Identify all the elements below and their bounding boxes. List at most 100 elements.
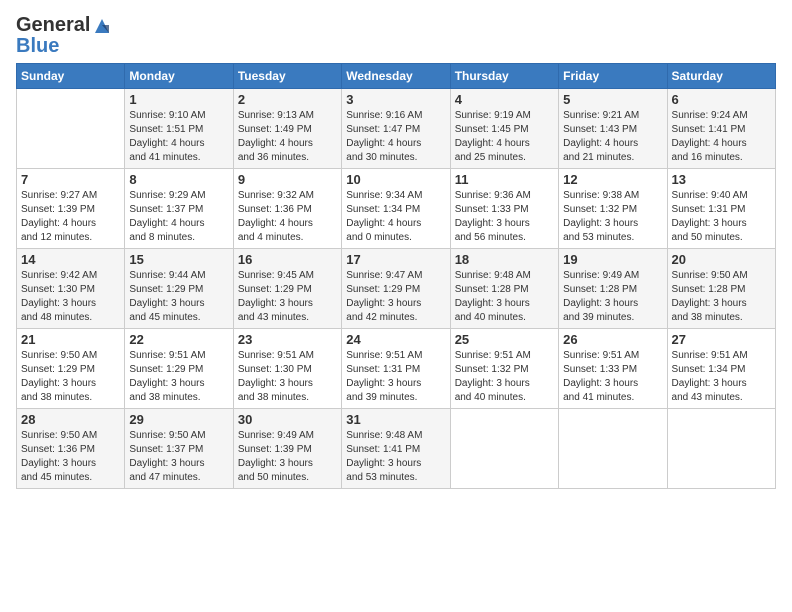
logo: General Blue [16,14,113,57]
day-number: 24 [346,332,445,347]
cell-text: Sunrise: 9:50 AM Sunset: 1:28 PM Dayligh… [672,269,771,325]
cell-2-5: 19Sunrise: 9:49 AM Sunset: 1:28 PM Dayli… [559,248,667,328]
day-number: 18 [455,252,554,267]
cell-4-3: 31 Sunrise: 9:48 AM Sunset: 1:41 PM Dayli… [342,408,450,488]
cell-text: Sunrise: 9:50 AM Sunset: 1:36 PM Dayligh… [21,429,120,485]
day-number: 10 [346,172,445,187]
cell-4-4 [450,408,558,488]
cell-0-0 [17,88,125,168]
cell-4-1: 29Sunrise: 9:50 AM Sunset: 1:37 PM Dayli… [125,408,233,488]
cell-text: Sunrise: 9:47 AM Sunset: 1:29 PM Dayligh… [346,269,445,325]
cell-text: Sunrise: 9:51 AM Sunset: 1:33 PM Dayligh… [563,349,662,405]
cell-text: Sunrise: 9:49 AM Sunset: 1:39 PM Dayligh… [238,429,337,485]
col-header-tuesday: Tuesday [233,63,341,88]
page-container: General Blue SundayMondayTuesdayWednesda… [0,0,792,499]
cell-3-4: 25 Sunrise: 9:51 AM Sunset: 1:32 PM Dayli… [450,328,558,408]
day-number: 3 [346,92,445,107]
cell-text: Sunrise: 9:19 AM Sunset: 1:45 PM Dayligh… [455,109,554,165]
cell-3-0: 21 Sunrise: 9:50 AM Sunset: 1:29 PM Dayli… [17,328,125,408]
cell-3-3: 24 Sunrise: 9:51 AM Sunset: 1:31 PM Dayli… [342,328,450,408]
cell-3-6: 27 Sunrise: 9:51 AM Sunset: 1:34 PM Dayli… [667,328,775,408]
day-number: 27 [672,332,771,347]
cell-0-1: 1 Sunrise: 9:10 AM Sunset: 1:51 PM Daylig… [125,88,233,168]
cell-text: Sunrise: 9:50 AM Sunset: 1:29 PM Dayligh… [21,349,120,405]
week-row-2: 14 Sunrise: 9:42 AM Sunset: 1:30 PM Dayli… [17,248,776,328]
day-number: 5 [563,92,662,107]
day-number: 9 [238,172,337,187]
day-number: 15 [129,252,228,267]
cell-text: Sunrise: 9:51 AM Sunset: 1:32 PM Dayligh… [455,349,554,405]
cell-1-6: 13 Sunrise: 9:40 AM Sunset: 1:31 PM Dayli… [667,168,775,248]
day-number: 25 [455,332,554,347]
cell-1-5: 12Sunrise: 9:38 AM Sunset: 1:32 PM Dayli… [559,168,667,248]
cell-0-6: 6Sunrise: 9:24 AM Sunset: 1:41 PM Daylig… [667,88,775,168]
header: General Blue [16,10,776,57]
day-number: 8 [129,172,228,187]
cell-3-1: 22Sunrise: 9:51 AM Sunset: 1:29 PM Dayli… [125,328,233,408]
cell-text: Sunrise: 9:13 AM Sunset: 1:49 PM Dayligh… [238,109,337,165]
cell-text: Sunrise: 9:48 AM Sunset: 1:28 PM Dayligh… [455,269,554,325]
cell-1-4: 11 Sunrise: 9:36 AM Sunset: 1:33 PM Dayli… [450,168,558,248]
cell-0-3: 3 Sunrise: 9:16 AM Sunset: 1:47 PM Daylig… [342,88,450,168]
cell-text: Sunrise: 9:10 AM Sunset: 1:51 PM Dayligh… [129,109,228,165]
cell-text: Sunrise: 9:36 AM Sunset: 1:33 PM Dayligh… [455,189,554,245]
cell-2-2: 16 Sunrise: 9:45 AM Sunset: 1:29 PM Dayli… [233,248,341,328]
week-row-3: 21 Sunrise: 9:50 AM Sunset: 1:29 PM Dayli… [17,328,776,408]
cell-text: Sunrise: 9:44 AM Sunset: 1:29 PM Dayligh… [129,269,228,325]
cell-text: Sunrise: 9:42 AM Sunset: 1:30 PM Dayligh… [21,269,120,325]
cell-2-0: 14 Sunrise: 9:42 AM Sunset: 1:30 PM Dayli… [17,248,125,328]
day-number: 14 [21,252,120,267]
day-number: 1 [129,92,228,107]
day-number: 21 [21,332,120,347]
day-number: 17 [346,252,445,267]
logo-blue: Blue [16,35,113,57]
cell-2-3: 17 Sunrise: 9:47 AM Sunset: 1:29 PM Dayli… [342,248,450,328]
cell-text: Sunrise: 9:29 AM Sunset: 1:37 PM Dayligh… [129,189,228,245]
col-header-sunday: Sunday [17,63,125,88]
day-number: 2 [238,92,337,107]
cell-text: Sunrise: 9:45 AM Sunset: 1:29 PM Dayligh… [238,269,337,325]
header-row: SundayMondayTuesdayWednesdayThursdayFrid… [17,63,776,88]
col-header-wednesday: Wednesday [342,63,450,88]
cell-text: Sunrise: 9:21 AM Sunset: 1:43 PM Dayligh… [563,109,662,165]
cell-0-5: 5 Sunrise: 9:21 AM Sunset: 1:43 PM Daylig… [559,88,667,168]
col-header-monday: Monday [125,63,233,88]
cell-2-1: 15 Sunrise: 9:44 AM Sunset: 1:29 PM Dayli… [125,248,233,328]
cell-text: Sunrise: 9:51 AM Sunset: 1:30 PM Dayligh… [238,349,337,405]
day-number: 16 [238,252,337,267]
cell-2-4: 18 Sunrise: 9:48 AM Sunset: 1:28 PM Dayli… [450,248,558,328]
cell-1-3: 10Sunrise: 9:34 AM Sunset: 1:34 PM Dayli… [342,168,450,248]
cell-text: Sunrise: 9:51 AM Sunset: 1:34 PM Dayligh… [672,349,771,405]
cell-4-5 [559,408,667,488]
col-header-saturday: Saturday [667,63,775,88]
logo-text: General [16,14,113,37]
cell-text: Sunrise: 9:51 AM Sunset: 1:29 PM Dayligh… [129,349,228,405]
day-number: 31 [346,412,445,427]
day-number: 23 [238,332,337,347]
day-number: 30 [238,412,337,427]
cell-4-2: 30 Sunrise: 9:49 AM Sunset: 1:39 PM Dayli… [233,408,341,488]
day-number: 11 [455,172,554,187]
logo-icon [91,15,113,37]
cell-3-5: 26Sunrise: 9:51 AM Sunset: 1:33 PM Dayli… [559,328,667,408]
cell-text: Sunrise: 9:40 AM Sunset: 1:31 PM Dayligh… [672,189,771,245]
day-number: 13 [672,172,771,187]
day-number: 29 [129,412,228,427]
cell-1-0: 7Sunrise: 9:27 AM Sunset: 1:39 PM Daylig… [17,168,125,248]
cell-text: Sunrise: 9:49 AM Sunset: 1:28 PM Dayligh… [563,269,662,325]
cell-text: Sunrise: 9:48 AM Sunset: 1:41 PM Dayligh… [346,429,445,485]
cell-4-0: 28 Sunrise: 9:50 AM Sunset: 1:36 PM Dayli… [17,408,125,488]
cell-2-6: 20 Sunrise: 9:50 AM Sunset: 1:28 PM Dayli… [667,248,775,328]
cell-text: Sunrise: 9:16 AM Sunset: 1:47 PM Dayligh… [346,109,445,165]
col-header-thursday: Thursday [450,63,558,88]
week-row-0: 1 Sunrise: 9:10 AM Sunset: 1:51 PM Daylig… [17,88,776,168]
day-number: 4 [455,92,554,107]
cell-text: Sunrise: 9:38 AM Sunset: 1:32 PM Dayligh… [563,189,662,245]
cell-text: Sunrise: 9:51 AM Sunset: 1:31 PM Dayligh… [346,349,445,405]
cell-1-1: 8 Sunrise: 9:29 AM Sunset: 1:37 PM Daylig… [125,168,233,248]
day-number: 28 [21,412,120,427]
cell-0-4: 4 Sunrise: 9:19 AM Sunset: 1:45 PM Daylig… [450,88,558,168]
cell-0-2: 2 Sunrise: 9:13 AM Sunset: 1:49 PM Daylig… [233,88,341,168]
day-number: 20 [672,252,771,267]
day-number: 6 [672,92,771,107]
